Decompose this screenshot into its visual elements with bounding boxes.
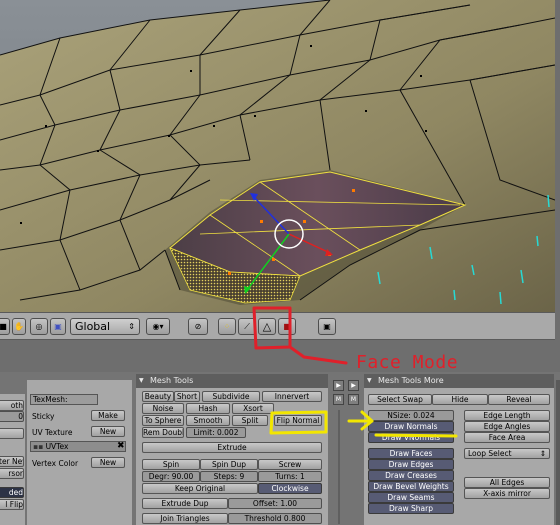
- partial-field-2[interactable]: 0: [0, 411, 24, 422]
- chevron-updown-icon: ⇕: [539, 449, 546, 458]
- partial-button-4[interactable]: ter New: [0, 456, 24, 467]
- solid-icon[interactable]: ◎: [30, 318, 48, 335]
- face-area-toggle[interactable]: Face Area: [464, 432, 550, 443]
- face-mode-annotation: Face Mode: [356, 352, 459, 373]
- sticky-label: Sticky: [32, 412, 55, 421]
- vertex-color-new-button[interactable]: New: [91, 457, 125, 468]
- partial-button-7[interactable]: l Flip: [0, 499, 24, 510]
- viewport-canvas[interactable]: [0, 0, 555, 312]
- draw-edges-toggle[interactable]: Draw Edges: [368, 459, 454, 470]
- nsize-field[interactable]: NSize: 0.024: [368, 410, 454, 421]
- 3d-viewport[interactable]: [0, 0, 555, 312]
- hand-select-icon[interactable]: ✋: [12, 318, 26, 335]
- x-axis-mirror-toggle[interactable]: X-axis mirror: [464, 488, 550, 499]
- uvtex-icon: ▪▪: [33, 442, 44, 451]
- clockwise-toggle[interactable]: Clockwise: [258, 483, 322, 494]
- mesh-tools-panel: Mesh Tools Beauty Short Subdivide Innerv…: [136, 374, 328, 525]
- orientation-select[interactable]: Global ⇕: [70, 318, 140, 335]
- 3d-view-header: ■ ✋ ◎ ▣ Global ⇕ ◉▾ ⊘ ⁘ ⟋ △ ■ ▣: [0, 312, 555, 340]
- sticky-make-button[interactable]: Make: [91, 410, 125, 421]
- loop-select-label: Loop Select: [468, 449, 512, 458]
- extrude-dup-button[interactable]: Extrude Dup: [142, 498, 228, 509]
- panel-arrow-icon-1[interactable]: ▶: [333, 380, 344, 391]
- edge-select-icon[interactable]: ⟋: [238, 318, 256, 335]
- mesh-tools-more-title[interactable]: Mesh Tools More: [364, 374, 554, 388]
- strip-divider: [338, 410, 340, 524]
- degr-field[interactable]: Degr: 90.00: [142, 471, 200, 482]
- rem-doubles-button[interactable]: Rem Doubl: [142, 427, 184, 438]
- xsort-button[interactable]: Xsort: [232, 403, 274, 414]
- offset-field[interactable]: Offset: 1.00: [228, 498, 322, 509]
- to-sphere-button[interactable]: To Sphere: [142, 415, 184, 426]
- uv-panel: TexMesh: Sticky Make UV Texture New ▪▪ U…: [27, 380, 132, 525]
- panel-arrow-icon-2[interactable]: ▶: [348, 380, 359, 391]
- reveal-button[interactable]: Reveal: [488, 394, 550, 405]
- chevron-updown-icon: ⇕: [128, 322, 135, 331]
- all-edges-toggle[interactable]: All Edges: [464, 477, 550, 488]
- uvtex-value: UVTex: [45, 442, 69, 451]
- turns-field[interactable]: Turns: 1: [258, 471, 322, 482]
- partial-button-1[interactable]: oth: [0, 400, 24, 411]
- orientation-value: Global: [75, 320, 111, 333]
- render-icon[interactable]: ▣: [318, 318, 336, 335]
- draw-normals-toggle[interactable]: Draw Normals: [368, 421, 454, 432]
- partial-button-3[interactable]: [0, 428, 24, 439]
- texmesh-field[interactable]: TexMesh:: [30, 394, 98, 405]
- mesh-tools-more-panel: Mesh Tools More Select Swap Hide Reveal …: [364, 374, 554, 525]
- left-partial-panel: oth 0 ter New rsor ded l Flip: [0, 394, 25, 525]
- vertex-color-label: Vertex Color: [32, 459, 79, 468]
- box-icon[interactable]: ▣: [50, 318, 66, 335]
- draw-bevel-weights-toggle[interactable]: Draw Bevel Weights: [368, 481, 454, 492]
- uv-texture-new-button[interactable]: New: [91, 426, 125, 437]
- panel-m-button-1[interactable]: M: [333, 394, 344, 405]
- threshold-field[interactable]: Threshold 0.800: [228, 513, 322, 524]
- draw-creases-toggle[interactable]: Draw Creases: [368, 470, 454, 481]
- vertex-select-icon[interactable]: ⁘: [218, 318, 236, 335]
- hash-button[interactable]: Hash: [186, 403, 230, 414]
- extrude-button[interactable]: Extrude: [142, 442, 322, 453]
- panel-m-button-2[interactable]: M: [348, 394, 359, 405]
- mesh-tools-title[interactable]: Mesh Tools: [136, 374, 328, 388]
- subdivide-button[interactable]: Subdivide: [202, 391, 260, 402]
- edge-length-toggle[interactable]: Edge Length: [464, 410, 550, 421]
- flip-normal-button[interactable]: Flip Normal: [274, 415, 322, 426]
- partial-button-5[interactable]: rsor: [0, 468, 24, 479]
- draw-seams-toggle[interactable]: Draw Seams: [368, 492, 454, 503]
- draw-vnormals-toggle[interactable]: Draw VNormals: [368, 432, 454, 443]
- screw-button[interactable]: Screw: [258, 459, 322, 470]
- spin-button[interactable]: Spin: [142, 459, 200, 470]
- join-triangles-button[interactable]: Join Triangles: [142, 513, 228, 524]
- panel-tab-strip: ▶ ▶ M M: [330, 380, 364, 525]
- pivot-icon[interactable]: ◉▾: [146, 318, 170, 335]
- select-swap-button[interactable]: Select Swap: [368, 394, 432, 405]
- draw-sharp-toggle[interactable]: Draw Sharp: [368, 503, 454, 514]
- noise-button[interactable]: Noise: [142, 403, 184, 414]
- short-button[interactable]: Short: [174, 391, 200, 402]
- layer-icon[interactable]: ■: [0, 318, 10, 335]
- close-icon[interactable]: ✖: [117, 441, 125, 451]
- steps-field[interactable]: Steps: 9: [200, 471, 258, 482]
- innervert-button[interactable]: Innervert: [262, 391, 322, 402]
- spin-dup-button[interactable]: Spin Dup: [200, 459, 258, 470]
- edge-angles-toggle[interactable]: Edge Angles: [464, 421, 550, 432]
- hide-button[interactable]: Hide: [432, 394, 488, 405]
- face-select-icon[interactable]: △: [258, 318, 276, 335]
- uvtex-field[interactable]: ▪▪ UVTex: [30, 441, 126, 452]
- window-edge: [556, 380, 560, 525]
- loop-select-menu[interactable]: Loop Select ⇕: [464, 448, 550, 459]
- split-button[interactable]: Split: [232, 415, 268, 426]
- smooth-button[interactable]: Smooth: [186, 415, 230, 426]
- keep-original-toggle[interactable]: Keep Original: [142, 483, 258, 494]
- occlude-icon[interactable]: ■: [278, 318, 296, 335]
- uv-texture-label: UV Texture: [32, 428, 73, 437]
- partial-button-6[interactable]: ded: [0, 487, 24, 498]
- draw-faces-toggle[interactable]: Draw Faces: [368, 448, 454, 459]
- snap-icon[interactable]: ⊘: [188, 318, 208, 335]
- window-divider: [0, 340, 560, 372]
- buttons-window: oth 0 ter New rsor ded l Flip TexMesh: S…: [0, 372, 560, 525]
- limit-field[interactable]: Limit: 0.002: [186, 427, 246, 438]
- beauty-button[interactable]: Beauty: [142, 391, 174, 402]
